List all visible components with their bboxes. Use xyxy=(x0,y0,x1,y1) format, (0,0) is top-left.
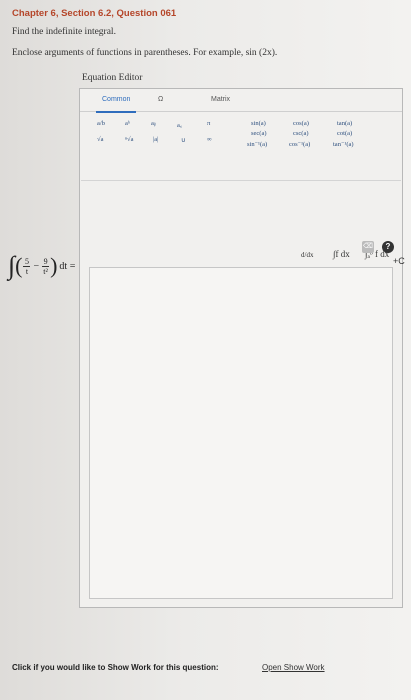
integral-button[interactable]: ∫f dx xyxy=(333,249,350,259)
cos-button[interactable]: cos(a) xyxy=(293,120,309,127)
subscript-button[interactable]: aᵦ xyxy=(151,120,156,127)
help-icon[interactable]: ? xyxy=(382,241,394,253)
open-paren: ( xyxy=(15,253,23,278)
symbol-palette: a/b aᵇ aᵦ a꜀ π √a ⁿ√a |a| ∪ ∞ sin(a) sec… xyxy=(81,112,401,181)
answer-input-area[interactable] xyxy=(89,267,393,599)
subscript2-button[interactable]: a꜀ xyxy=(177,120,182,129)
clear-icon[interactable]: ⌫ xyxy=(362,241,374,253)
tab-omega[interactable]: Ω xyxy=(152,89,169,111)
abs-button[interactable]: |a| xyxy=(153,136,159,143)
dt-equals: dt = xyxy=(59,260,76,272)
integral-sign: ∫ xyxy=(8,251,16,280)
question-header: Chapter 6, Section 6.2, Question 061 xyxy=(12,8,177,19)
derivative-button[interactable]: d/dx xyxy=(301,251,313,259)
problem-expression: ∫ ( 5 t − 9 t² ) dt = xyxy=(8,253,75,279)
minus-sign: − xyxy=(33,260,40,272)
cot-button[interactable]: cot(a) xyxy=(337,130,352,137)
close-paren: ) xyxy=(50,253,58,278)
csc-button[interactable]: csc(a) xyxy=(293,130,309,137)
pi-button[interactable]: π xyxy=(207,120,210,127)
plus-c: +C xyxy=(393,256,405,266)
numerator: 5 xyxy=(24,256,29,266)
open-show-work-link[interactable]: Open Show Work xyxy=(262,663,325,672)
arcsin-button[interactable]: sin⁻¹(a) xyxy=(247,140,267,148)
numerator: 9 xyxy=(43,256,48,266)
equation-editor-title: Equation Editor xyxy=(82,73,143,83)
tab-common[interactable]: Common xyxy=(96,89,137,113)
sec-button[interactable]: sec(a) xyxy=(251,130,267,137)
arccos-button[interactable]: cos⁻¹(a) xyxy=(289,140,310,148)
sin-button[interactable]: sin(a) xyxy=(251,120,266,127)
editor-toolbar: d/dx ∫f dx ∫ₐᵇ f dx xyxy=(81,181,401,277)
fraction-9-over-t2: 9 t² xyxy=(42,256,50,276)
power-button[interactable]: aᵇ xyxy=(125,120,130,127)
infinity-button[interactable]: ∞ xyxy=(207,136,212,143)
arctan-button[interactable]: tan⁻¹(a) xyxy=(333,140,354,148)
denominator: t xyxy=(25,266,29,276)
union-button[interactable]: ∪ xyxy=(181,136,186,144)
fraction-button[interactable]: a/b xyxy=(97,120,105,127)
tab-matrix[interactable]: Matrix xyxy=(205,89,236,111)
fraction-5-over-t: 5 t xyxy=(23,256,31,276)
nth-root-button[interactable]: ⁿ√a xyxy=(125,136,134,143)
equation-editor: Common Ω Matrix a/b aᵇ aᵦ a꜀ π √a ⁿ√a |a… xyxy=(79,88,403,608)
editor-tabs: Common Ω Matrix xyxy=(80,89,402,113)
page: Chapter 6, Section 6.2, Question 061 Fin… xyxy=(0,0,411,700)
instruction-find-integral: Find the indefinite integral. xyxy=(12,27,116,37)
sqrt-button[interactable]: √a xyxy=(97,136,103,143)
tan-button[interactable]: tan(a) xyxy=(337,120,352,127)
instruction-parentheses: Enclose arguments of functions in parent… xyxy=(12,48,278,58)
show-work-prompt: Click if you would like to Show Work for… xyxy=(12,663,219,672)
denominator: t² xyxy=(43,266,48,276)
